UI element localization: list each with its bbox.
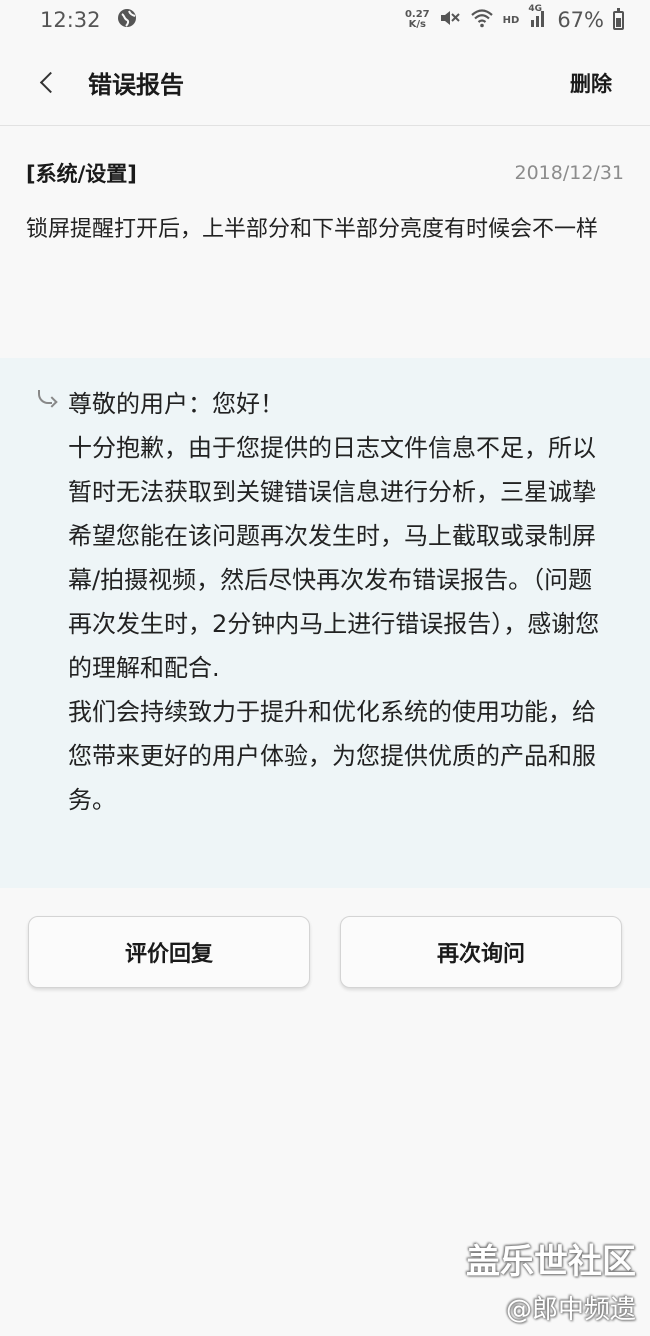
watermark-title: 盖乐世社区 (466, 1242, 636, 1282)
battery-percent: 67% (557, 8, 604, 32)
reply-arrow-icon (34, 388, 68, 418)
battery-icon (613, 7, 624, 30)
question-category: [系统/设置] (26, 162, 137, 186)
wifi-icon (470, 8, 494, 33)
signal-icon: 4G (528, 4, 548, 33)
reply-text: 尊敬的用户：您好！ 十分抱歉，由于您提供的日志文件信息不足，所以暂时无法获取到关… (68, 382, 608, 888)
hd-label: HD (502, 14, 520, 26)
reply-greeting: 尊敬的用户：您好！ (68, 390, 284, 418)
app-bar: 错误报告 删除 (0, 40, 650, 126)
question-card: [系统/设置] 2018/12/31 锁屏提醒打开后，上半部分和下半部分亮度有时… (0, 128, 650, 358)
status-time: 12:32 (40, 8, 101, 32)
reply-body: 十分抱歉，由于您提供的日志文件信息不足，所以暂时无法获取到关键错误信息进行分析，… (68, 434, 600, 682)
reply-card: 尊敬的用户：您好！ 十分抱歉，由于您提供的日志文件信息不足，所以暂时无法获取到关… (0, 358, 650, 888)
watermark: 盖乐世社区 @郎中频遗 (466, 1234, 636, 1326)
page-title: 错误报告 (88, 71, 184, 99)
reply-closing: 我们会持续致力于提升和优化系统的使用功能，给您带来更好的用户体验，为您提供优质的… (68, 698, 596, 814)
back-chevron-icon (39, 71, 61, 94)
network-type-label: 4G (528, 3, 542, 14)
network-speed: 0.27 K/s (404, 9, 430, 30)
rate-reply-button[interactable]: 评价回复 (28, 916, 310, 988)
question-text: 锁屏提醒打开后，上半部分和下半部分亮度有时候会不一样 (26, 217, 599, 242)
action-buttons: 评价回复 再次询问 (0, 916, 650, 988)
delete-button[interactable]: 删除 (570, 68, 612, 98)
ask-again-button[interactable]: 再次询问 (340, 916, 622, 988)
globe-icon (117, 8, 137, 33)
question-date: 2018/12/31 (514, 162, 624, 184)
back-button[interactable] (18, 53, 78, 113)
watermark-user: @郎中频遗 (505, 1295, 636, 1325)
mute-icon (439, 8, 461, 33)
status-bar: 12:32 0.27 K/s HD 4G 67% (0, 0, 650, 40)
